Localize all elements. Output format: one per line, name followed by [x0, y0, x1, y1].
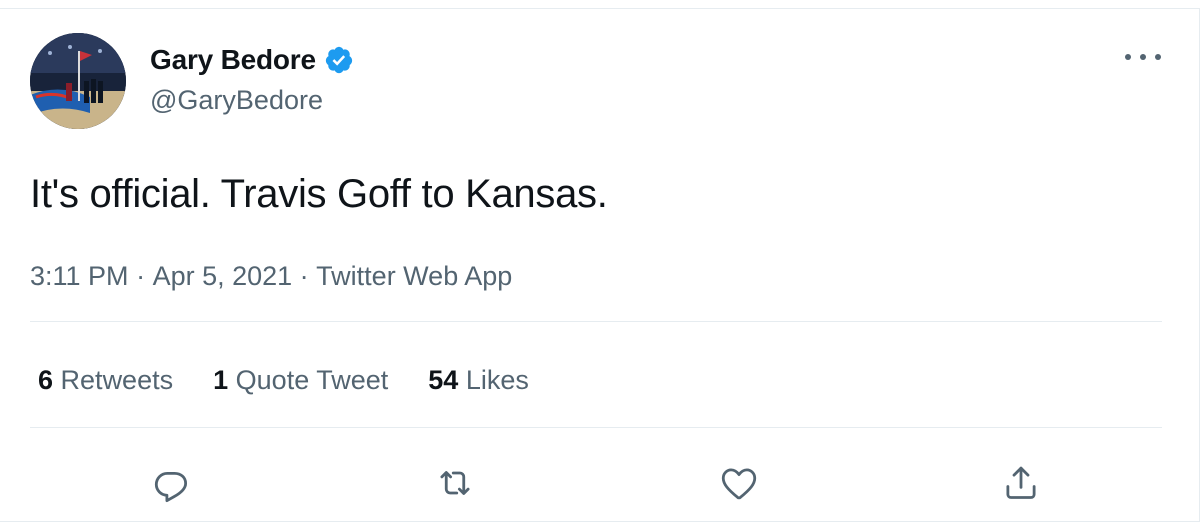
tweet-card: Gary Bedore @GaryBedore It's official. T… [0, 8, 1200, 522]
more-icon[interactable] [1125, 45, 1161, 69]
more-dot [1155, 54, 1161, 60]
retweets-label: Retweets [60, 365, 174, 395]
like-button[interactable] [712, 456, 766, 510]
share-icon [1006, 466, 1036, 499]
meta-separator: · [292, 261, 317, 291]
heart-icon [721, 468, 757, 500]
quotes-count: 1 [213, 365, 229, 395]
retweet-button[interactable] [428, 456, 482, 510]
tweet-meta: 3:11 PM · Apr 5, 2021 · Twitter Web App [30, 261, 512, 292]
reply-button[interactable] [144, 456, 198, 510]
tweet-date[interactable]: Apr 5, 2021 [153, 261, 293, 292]
retweets-count: 6 [38, 365, 54, 395]
avatar[interactable] [30, 33, 126, 129]
retweets-stat[interactable]: 6 Retweets [38, 365, 173, 396]
tweet-stats: 6 Retweets 1 Quote Tweet 54 Likes [38, 365, 569, 396]
tweet-time[interactable]: 3:11 PM [30, 261, 129, 292]
likes-stat[interactable]: 54 Likes [428, 365, 529, 396]
likes-label: Likes [465, 365, 529, 395]
more-dot [1140, 54, 1146, 60]
tweet-text: It's official. Travis Goff to Kansas. [30, 172, 608, 216]
divider [30, 427, 1162, 428]
quotes-stat[interactable]: 1 Quote Tweet [213, 365, 388, 396]
meta-separator: · [128, 261, 153, 291]
divider [30, 321, 1162, 322]
action-bar [0, 456, 1200, 510]
retweet-icon [440, 471, 470, 495]
likes-count: 54 [428, 365, 459, 395]
share-button[interactable] [994, 456, 1048, 510]
more-dot [1125, 54, 1131, 60]
user-name[interactable]: Gary Bedore [150, 44, 316, 76]
tweet-source[interactable]: Twitter Web App [316, 261, 512, 292]
name-row: Gary Bedore [150, 43, 354, 77]
reply-icon [154, 471, 188, 503]
quotes-label: Quote Tweet [235, 365, 389, 395]
verified-badge-icon [324, 45, 354, 75]
user-handle[interactable]: @GaryBedore [150, 85, 323, 116]
